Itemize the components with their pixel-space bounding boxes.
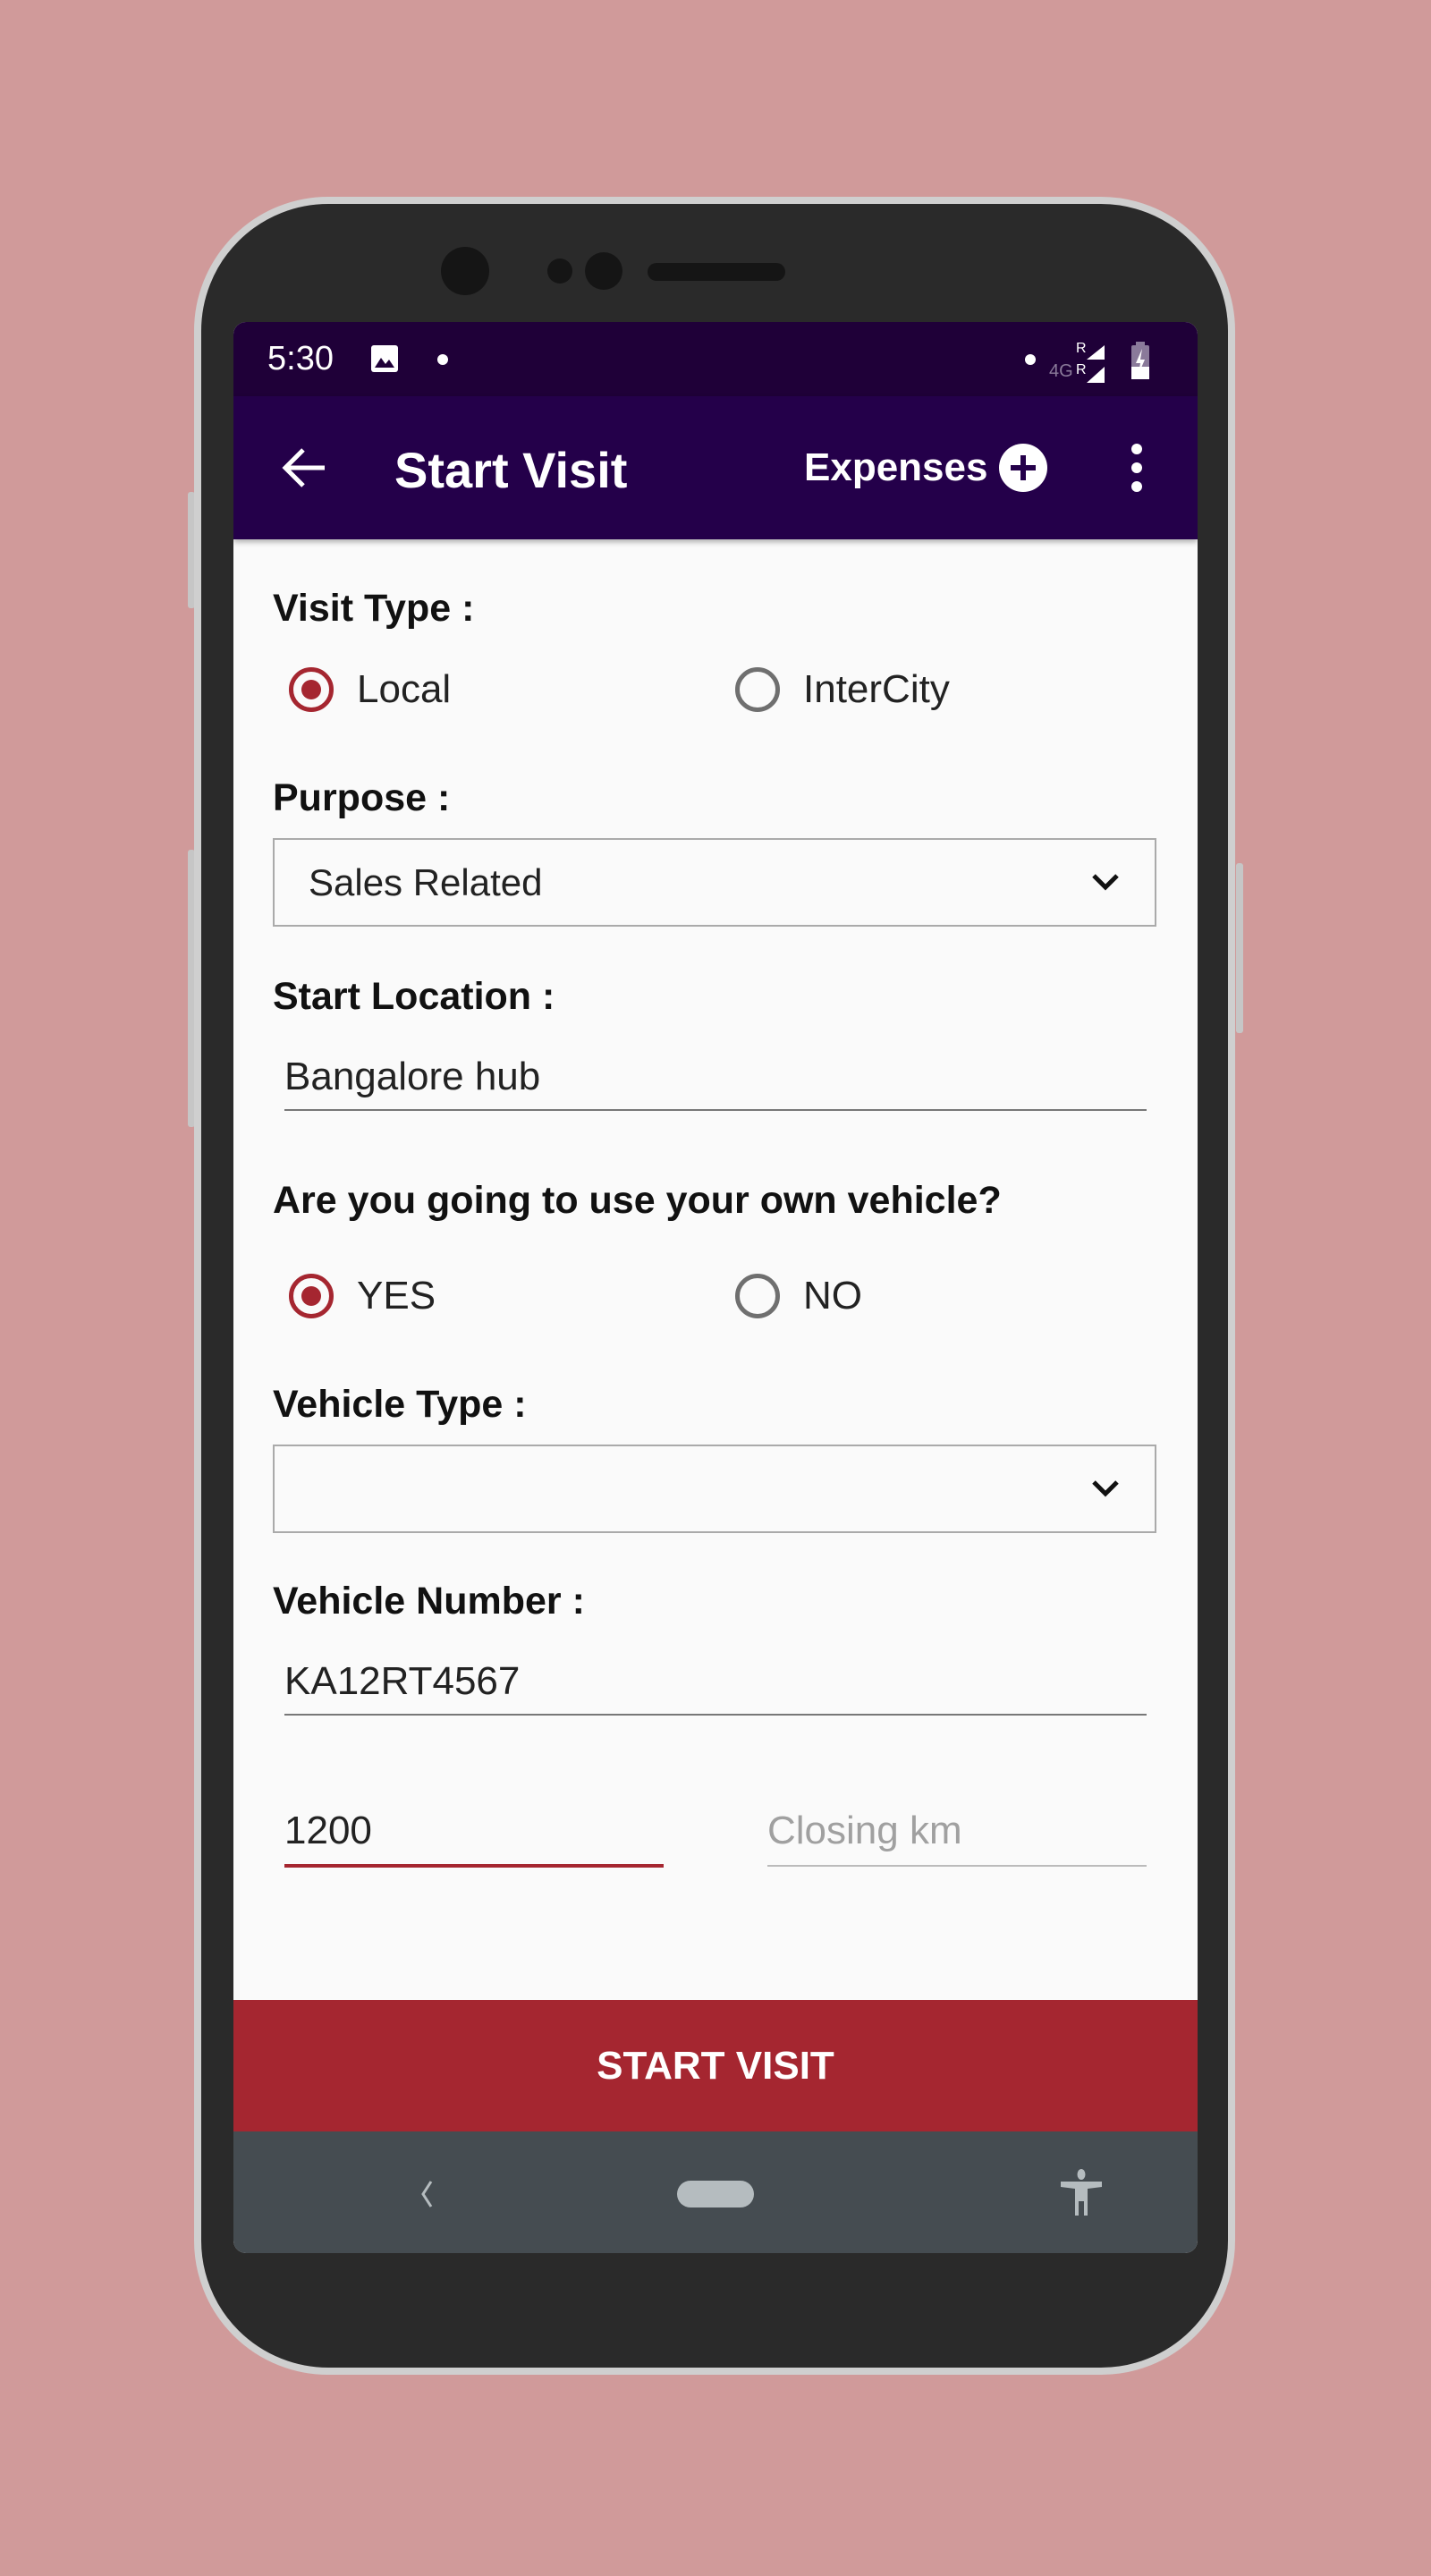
purpose-dropdown[interactable]: Sales Related — [273, 838, 1156, 927]
notification-dot-icon — [1025, 354, 1036, 365]
input-underline — [284, 1714, 1147, 1716]
svg-text:R: R — [1076, 341, 1087, 356]
image-notification-icon — [371, 345, 398, 372]
start-location-value: Bangalore hub — [284, 1055, 541, 1098]
radio-label: NO — [803, 1274, 862, 1318]
navigation-bar — [233, 2131, 1198, 2253]
radio-local[interactable]: Local — [289, 667, 451, 712]
radio-yes[interactable]: YES — [289, 1274, 436, 1318]
purpose-value: Sales Related — [309, 861, 543, 903]
battery-charging-icon — [1131, 342, 1149, 379]
chevron-down-icon — [1092, 874, 1119, 891]
nav-home-icon[interactable] — [677, 2181, 754, 2207]
sensor — [547, 258, 572, 284]
opening-km-value: 1200 — [284, 1809, 372, 1852]
notification-dot-icon — [437, 354, 448, 365]
radio-label: YES — [357, 1274, 436, 1318]
svg-text:R: R — [1076, 362, 1087, 377]
accessibility-icon[interactable] — [1059, 2169, 1104, 2219]
more-options-icon[interactable] — [1128, 443, 1146, 493]
input-underline — [767, 1865, 1147, 1867]
vehicle-number-value: KA12RT4567 — [284, 1659, 521, 1703]
radio-button-unchecked[interactable] — [735, 667, 780, 712]
opening-km-input[interactable]: 1200 — [284, 1805, 664, 1869]
start-location-label: Start Location : — [273, 975, 555, 1018]
signal-icon: RR — [1076, 341, 1105, 383]
closing-km-placeholder: Closing km — [767, 1809, 962, 1852]
radio-button-checked[interactable] — [289, 1274, 334, 1318]
network-type: 4G — [1049, 361, 1073, 381]
phone-side-button — [1236, 863, 1243, 1033]
add-circle-icon — [999, 444, 1048, 492]
vehicle-number-label: Vehicle Number : — [273, 1580, 585, 1623]
radio-label: InterCity — [803, 667, 950, 711]
app-bar: Start Visit Expenses — [233, 396, 1198, 539]
chevron-down-icon — [1092, 1480, 1119, 1497]
speaker-grille — [648, 263, 785, 281]
radio-label: Local — [357, 667, 452, 711]
vehicle-type-label: Vehicle Type : — [273, 1383, 527, 1426]
own-vehicle-question: Are you going to use your own vehicle? — [273, 1179, 1002, 1222]
screen: 5:30 4G RR Start Visit Expenses Visit Ty… — [233, 322, 1198, 2253]
start-visit-button[interactable]: START VISIT — [233, 2000, 1198, 2131]
vehicle-number-input[interactable]: KA12RT4567 — [284, 1656, 1147, 1716]
radio-no[interactable]: NO — [735, 1274, 862, 1318]
back-arrow-icon[interactable] — [282, 446, 328, 489]
status-time: 5:30 — [267, 340, 334, 377]
front-camera — [441, 247, 489, 295]
expenses-button[interactable]: Expenses — [804, 441, 1048, 495]
closing-km-input[interactable]: Closing km — [767, 1805, 1147, 1869]
input-underline — [284, 1109, 1147, 1111]
status-bar: 5:30 4G RR — [233, 322, 1198, 396]
purpose-label: Purpose : — [273, 776, 451, 819]
nav-back-icon[interactable] — [419, 2180, 434, 2208]
start-location-input[interactable]: Bangalore hub — [284, 1051, 1147, 1112]
sensor — [585, 252, 622, 290]
radio-button-unchecked[interactable] — [735, 1274, 780, 1318]
vehicle-type-dropdown[interactable] — [273, 1445, 1156, 1533]
radio-button-checked[interactable] — [289, 667, 334, 712]
start-visit-label: START VISIT — [597, 2043, 834, 2088]
expenses-label: Expenses — [804, 445, 988, 489]
input-underline-focused — [284, 1864, 664, 1868]
radio-intercity[interactable]: InterCity — [735, 667, 950, 712]
visit-type-label: Visit Type : — [273, 587, 475, 630]
page-title: Start Visit — [394, 442, 628, 498]
